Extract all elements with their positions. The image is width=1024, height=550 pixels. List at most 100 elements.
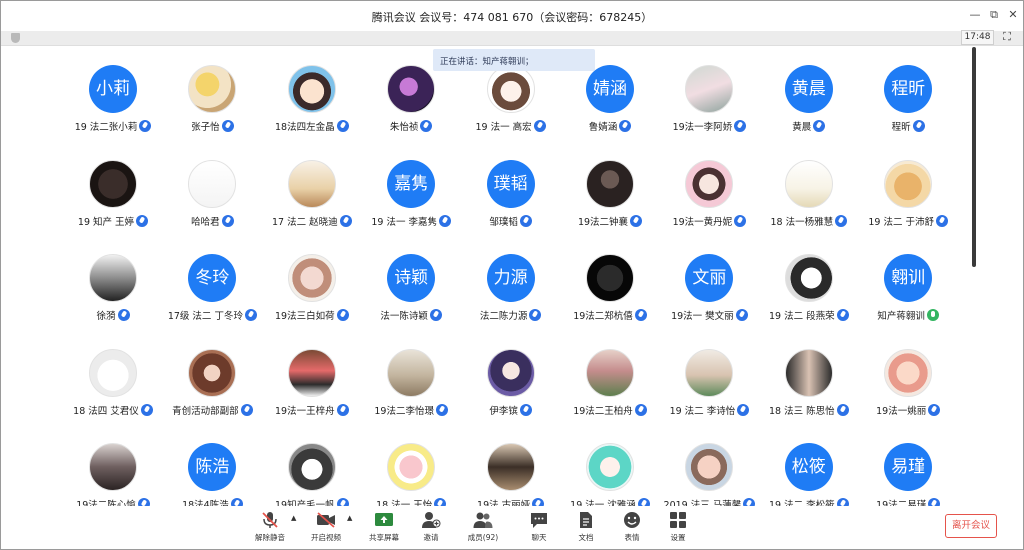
avatar [586, 159, 634, 208]
participant-tile[interactable]: 19法三白如荷 [262, 254, 362, 324]
participant-name: 19法三白如荷 [275, 311, 335, 322]
minimize-icon[interactable]: — [967, 7, 983, 23]
participant-tile[interactable]: 17 法二 赵晓迪 [262, 159, 362, 230]
participant-tile[interactable]: 婧涵 鲁婧涵 [560, 65, 660, 135]
participant-tile[interactable]: 19法一黄丹妮 [659, 159, 759, 230]
participant-tile[interactable]: 朱怡祯 [361, 65, 461, 135]
mic-muted-icon [634, 309, 647, 321]
participant-name: 17级 法二 丁冬玲 [167, 311, 243, 322]
participant-tile[interactable]: 19法二钟襄 [560, 159, 660, 230]
participant-tile[interactable]: 力源 法二陈力源 [461, 254, 561, 324]
participant-tile[interactable]: 张子怡 [162, 65, 262, 135]
participant-tile[interactable]: 18 法四 艾君仪 [63, 348, 163, 419]
avatar [586, 254, 634, 302]
invite-button[interactable]: 邀请 [403, 511, 459, 547]
participant-tile[interactable]: 文丽 19法一 樊文丽 [659, 254, 759, 324]
avatar: 陈浩 [188, 443, 237, 491]
avatar [188, 159, 237, 208]
participant-tile[interactable]: 18 法三 陈思怡 [759, 348, 859, 419]
video-options-caret[interactable]: ▲ [347, 514, 352, 522]
participant-tile[interactable]: 翱训 知产蒋翱训 [858, 254, 958, 324]
participant-tile[interactable]: 18 法一杨雅慧 [759, 159, 859, 230]
participant-tile[interactable]: 徐漪 [63, 254, 163, 324]
document-icon [580, 512, 592, 528]
members-icon [473, 512, 493, 528]
participant-tile[interactable]: 程昕 程昕 [858, 65, 958, 135]
participant-tile[interactable]: 19 法二 李诗怡 [659, 348, 759, 419]
avatar [784, 254, 833, 302]
avatar [89, 254, 137, 302]
avatar: 诗颖 [387, 254, 436, 302]
fullscreen-icon[interactable]: ⛶ [1000, 30, 1014, 44]
participant-tile[interactable]: 19法二王柏舟 [560, 348, 660, 419]
participant-tile[interactable]: 19 法二 段燕荣 [759, 254, 859, 324]
participant-name: 18法四左金晶 [275, 122, 335, 133]
mute-button[interactable]: 解除静音 [242, 511, 298, 547]
members-button[interactable]: 成员(92) [455, 511, 511, 547]
mute-options-caret[interactable]: ▲ [291, 514, 296, 522]
participant-tile[interactable]: 伊李镔 [461, 348, 561, 419]
participant-tile[interactable]: 18法四左金晶 [262, 65, 362, 135]
participant-name: 知产蒋翱训 [877, 311, 925, 322]
settings-button[interactable]: 设置 [650, 511, 706, 547]
mic-muted-icon [813, 120, 826, 132]
participant-name: 19法一姚丽 [876, 405, 927, 417]
status-bar [1, 31, 1023, 46]
mic-muted-icon [928, 403, 941, 416]
participant-tile[interactable]: 19法一王梓舟 [262, 348, 362, 419]
participant-name: 19法一 樊文丽 [671, 311, 734, 322]
participant-name: 张子怡 [191, 122, 220, 133]
avatar: 黄晨 [784, 65, 833, 113]
participant-tile[interactable]: 19法一李阿娇 [659, 65, 759, 135]
participant-tile[interactable]: 易瑾19法二易瑾 [858, 443, 958, 513]
video-button[interactable]: 开启视频 [298, 511, 354, 547]
participant-tile[interactable]: 19法一姚丽 [858, 348, 958, 419]
participant-tile[interactable]: 19法 古丽娅 [461, 443, 561, 513]
participant-tile[interactable]: 嘉隽 19 法一 李嘉隽 [361, 159, 461, 230]
avatar [387, 348, 436, 397]
add-person-icon [422, 512, 441, 528]
participant-name: 程昕 [891, 122, 911, 133]
avatar [784, 348, 833, 397]
participant-name: 19法二李怡璟 [374, 405, 434, 417]
participant-tile[interactable]: 小莉 19 法二张小莉 [63, 65, 163, 135]
participant-tile[interactable]: 19法二李怡璟 [361, 348, 461, 419]
participant-name: 徐漪 [96, 311, 116, 322]
participant-tile[interactable]: 19 知产 王婷 [63, 159, 163, 230]
avatar: 松筱 [784, 443, 833, 491]
scrollbar[interactable] [972, 47, 976, 267]
maximize-icon[interactable]: ⧉ [986, 7, 1002, 23]
participant-tile[interactable]: 松筱19 法二 李松筱 [759, 443, 859, 513]
avatar [287, 348, 336, 397]
participant-tile[interactable]: 黄晨 黄晨 [759, 65, 859, 135]
avatar [89, 348, 137, 397]
participant-tile[interactable]: 19法二郑杭僖 [560, 254, 660, 324]
participant-tile[interactable]: 19法二陈心愉 [63, 443, 163, 513]
participant-tile[interactable]: 诗颖 法一陈诗颖 [361, 254, 461, 324]
close-icon[interactable]: ✕ [1005, 7, 1021, 23]
participant-name: 19 法二 李诗怡 [669, 405, 736, 417]
avatar [784, 159, 833, 208]
participant-tile[interactable]: 19 法一 高宏 [461, 65, 561, 135]
participant-tile[interactable]: 19知产毛一帆 [262, 443, 362, 513]
participant-tile[interactable]: 2019 法三 马蓮馨 [659, 443, 759, 513]
participant-tile[interactable]: 哈哈君 [162, 159, 262, 230]
participant-tile[interactable]: 青创活动部副部 [162, 348, 262, 419]
participant-tile[interactable]: 璞韬 邹璞韬 [461, 159, 561, 230]
participant-tile[interactable]: 陈浩18法4陈浩 [162, 443, 262, 513]
settings-label: 设置 [670, 533, 686, 542]
participant-tile[interactable]: 冬玲 17级 法二 丁冬玲 [162, 254, 262, 324]
shield-icon [11, 33, 20, 43]
leave-meeting-button[interactable]: 离开会议 [945, 514, 997, 538]
participant-tile[interactable]: 19 法一 沈雅涵 [560, 443, 660, 513]
participant-tile[interactable]: 19 法二 于沛舒 [858, 159, 958, 230]
participant-name: 黄晨 [792, 122, 812, 133]
mic-muted-icon [619, 120, 632, 132]
participant-name: 18 法三 陈思怡 [768, 405, 835, 417]
participant-name: 法二陈力源 [479, 311, 528, 322]
avatar [486, 443, 535, 491]
avatar [287, 65, 336, 113]
chat-icon [531, 513, 547, 528]
participant-tile[interactable]: 18 法一 王怡 [361, 443, 461, 513]
participant-name: 哈哈君 [191, 216, 220, 228]
